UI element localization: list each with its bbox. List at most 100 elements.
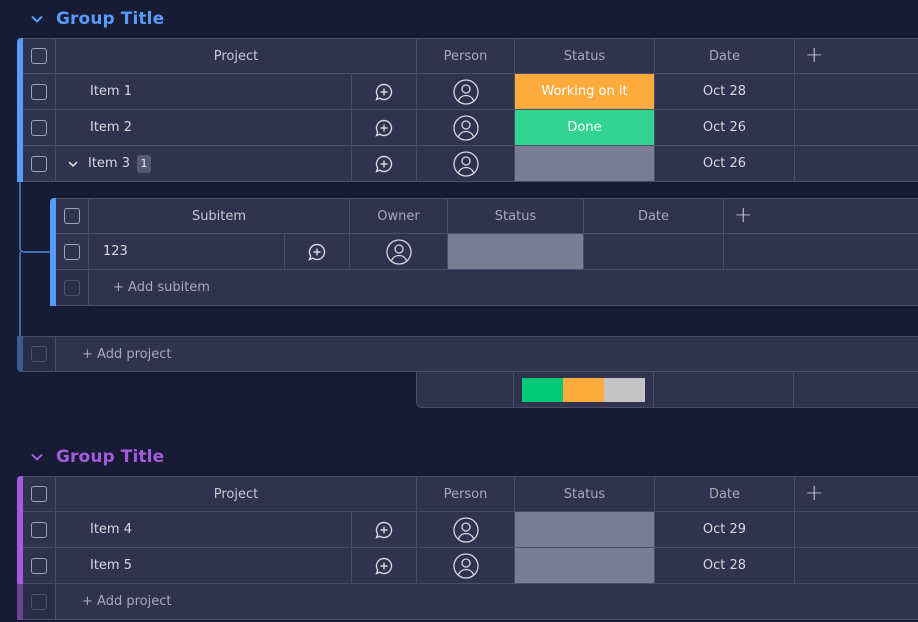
add-subitem-row[interactable]: + Add subitem	[56, 270, 918, 306]
add-project-input[interactable]: + Add project	[56, 584, 918, 620]
add-update-button[interactable]	[352, 110, 417, 146]
group-header-2[interactable]: Group Title	[30, 439, 164, 475]
add-project-row[interactable]: + Add project	[17, 336, 918, 372]
column-header-owner[interactable]: Owner	[350, 198, 448, 234]
row-select-cell[interactable]	[23, 548, 56, 584]
chevron-down-icon[interactable]	[30, 450, 44, 464]
column-header-subitem[interactable]: Subitem	[89, 198, 350, 234]
add-update-button[interactable]	[352, 74, 417, 110]
select-all-subitems-cell[interactable]	[56, 198, 89, 234]
row-select-cell	[23, 584, 56, 620]
owner-cell[interactable]	[350, 234, 448, 270]
column-header-status[interactable]: Status	[515, 476, 655, 512]
group-2-table: Project Person Status Date + Item 4 Oct …	[17, 476, 918, 620]
add-update-icon	[375, 557, 393, 575]
add-column-button[interactable]: +	[795, 476, 918, 512]
row-checkbox[interactable]	[64, 243, 80, 260]
status-cell[interactable]	[515, 512, 655, 548]
status-summary-segment[interactable]	[604, 377, 646, 402]
subitem-row[interactable]: 123	[56, 234, 918, 270]
person-icon	[452, 552, 479, 579]
table-row[interactable]: Item 4 Oct 29	[23, 512, 918, 548]
select-all-checkbox[interactable]	[31, 48, 47, 64]
row-select-cell[interactable]	[23, 74, 56, 110]
date-cell[interactable]: Oct 29	[655, 512, 795, 548]
date-cell[interactable]	[584, 234, 724, 270]
status-summary-segment[interactable]	[562, 377, 605, 402]
person-cell[interactable]	[417, 548, 515, 584]
row-checkbox[interactable]	[31, 83, 47, 100]
empty-cell	[795, 74, 918, 110]
add-update-button[interactable]	[352, 548, 417, 584]
row-checkbox[interactable]	[31, 521, 47, 538]
add-update-button[interactable]	[285, 234, 350, 270]
person-cell[interactable]	[417, 74, 515, 110]
group-header-1[interactable]: Group Title	[30, 1, 164, 37]
expand-subitems-icon[interactable]	[66, 157, 80, 171]
table-row[interactable]: Item 5 Oct 28	[23, 548, 918, 584]
item-name[interactable]: Item 4	[56, 512, 352, 548]
subitem-count-badge[interactable]: 1	[137, 154, 151, 173]
add-project-input[interactable]: + Add project	[56, 336, 918, 372]
column-header-status[interactable]: Status	[515, 38, 655, 74]
column-header-date[interactable]: Date	[584, 198, 724, 234]
select-all-checkbox[interactable]	[64, 208, 80, 224]
date-cell[interactable]: Oct 28	[655, 548, 795, 584]
status-cell[interactable]	[515, 548, 655, 584]
empty-cell	[724, 234, 918, 270]
add-update-button[interactable]	[352, 146, 417, 182]
column-header-date[interactable]: Date	[655, 38, 795, 74]
select-all-checkbox[interactable]	[31, 486, 47, 502]
select-all-cell[interactable]	[23, 38, 56, 74]
column-header-project[interactable]: Project	[56, 476, 417, 512]
add-subitem-input[interactable]: + Add subitem	[89, 270, 918, 306]
subitem-name[interactable]: 123	[89, 234, 285, 270]
add-update-button[interactable]	[352, 512, 417, 548]
row-select-cell[interactable]	[23, 146, 56, 182]
item-name[interactable]: Item 1	[56, 74, 352, 110]
status-cell[interactable]: Working on it	[515, 74, 655, 110]
chevron-down-icon[interactable]	[30, 12, 44, 26]
item-name-cell[interactable]: Item 3 1	[56, 146, 352, 182]
person-icon	[385, 238, 412, 265]
add-update-icon	[375, 521, 393, 539]
status-cell[interactable]	[515, 146, 655, 182]
item-name[interactable]: Item 2	[56, 110, 352, 146]
status-summary-bar[interactable]	[521, 377, 646, 402]
row-checkbox[interactable]	[31, 155, 47, 172]
row-select-cell[interactable]	[23, 512, 56, 548]
item-name[interactable]: Item 5	[56, 548, 352, 584]
group-title[interactable]: Group Title	[56, 447, 164, 467]
column-header-person[interactable]: Person	[417, 476, 515, 512]
status-cell[interactable]: Done	[515, 110, 655, 146]
row-checkbox[interactable]	[31, 557, 47, 574]
column-header-status[interactable]: Status	[448, 198, 584, 234]
date-cell[interactable]: Oct 28	[655, 74, 795, 110]
table-row[interactable]: Item 1 Working on it Oct 28	[23, 74, 918, 110]
column-header-person[interactable]: Person	[417, 38, 515, 74]
person-cell[interactable]	[417, 146, 515, 182]
add-column-button[interactable]: +	[795, 38, 918, 74]
status-cell[interactable]	[448, 234, 584, 270]
row-checkbox[interactable]	[31, 119, 47, 136]
person-cell[interactable]	[417, 110, 515, 146]
date-cell[interactable]: Oct 26	[655, 146, 795, 182]
select-all-cell[interactable]	[23, 476, 56, 512]
row-select-cell[interactable]	[56, 234, 89, 270]
empty-cell	[795, 146, 918, 182]
item-name[interactable]: Item 3	[88, 156, 130, 171]
column-header-date[interactable]: Date	[655, 476, 795, 512]
table-row[interactable]: Item 2 Done Oct 26	[23, 110, 918, 146]
add-column-button[interactable]: +	[724, 198, 918, 234]
date-cell[interactable]: Oct 26	[655, 110, 795, 146]
table-row[interactable]: Item 3 1 Oct 26	[23, 146, 918, 182]
status-summary-segment[interactable]	[521, 377, 563, 402]
person-cell[interactable]	[417, 512, 515, 548]
table-header: Project Person Status Date +	[23, 476, 918, 512]
row-select-cell[interactable]	[23, 110, 56, 146]
status-summary-cell[interactable]	[514, 372, 654, 408]
column-header-project[interactable]: Project	[56, 38, 417, 74]
add-project-row[interactable]: + Add project	[23, 584, 918, 620]
summary-date-cell	[654, 372, 794, 408]
group-title[interactable]: Group Title	[56, 9, 164, 29]
